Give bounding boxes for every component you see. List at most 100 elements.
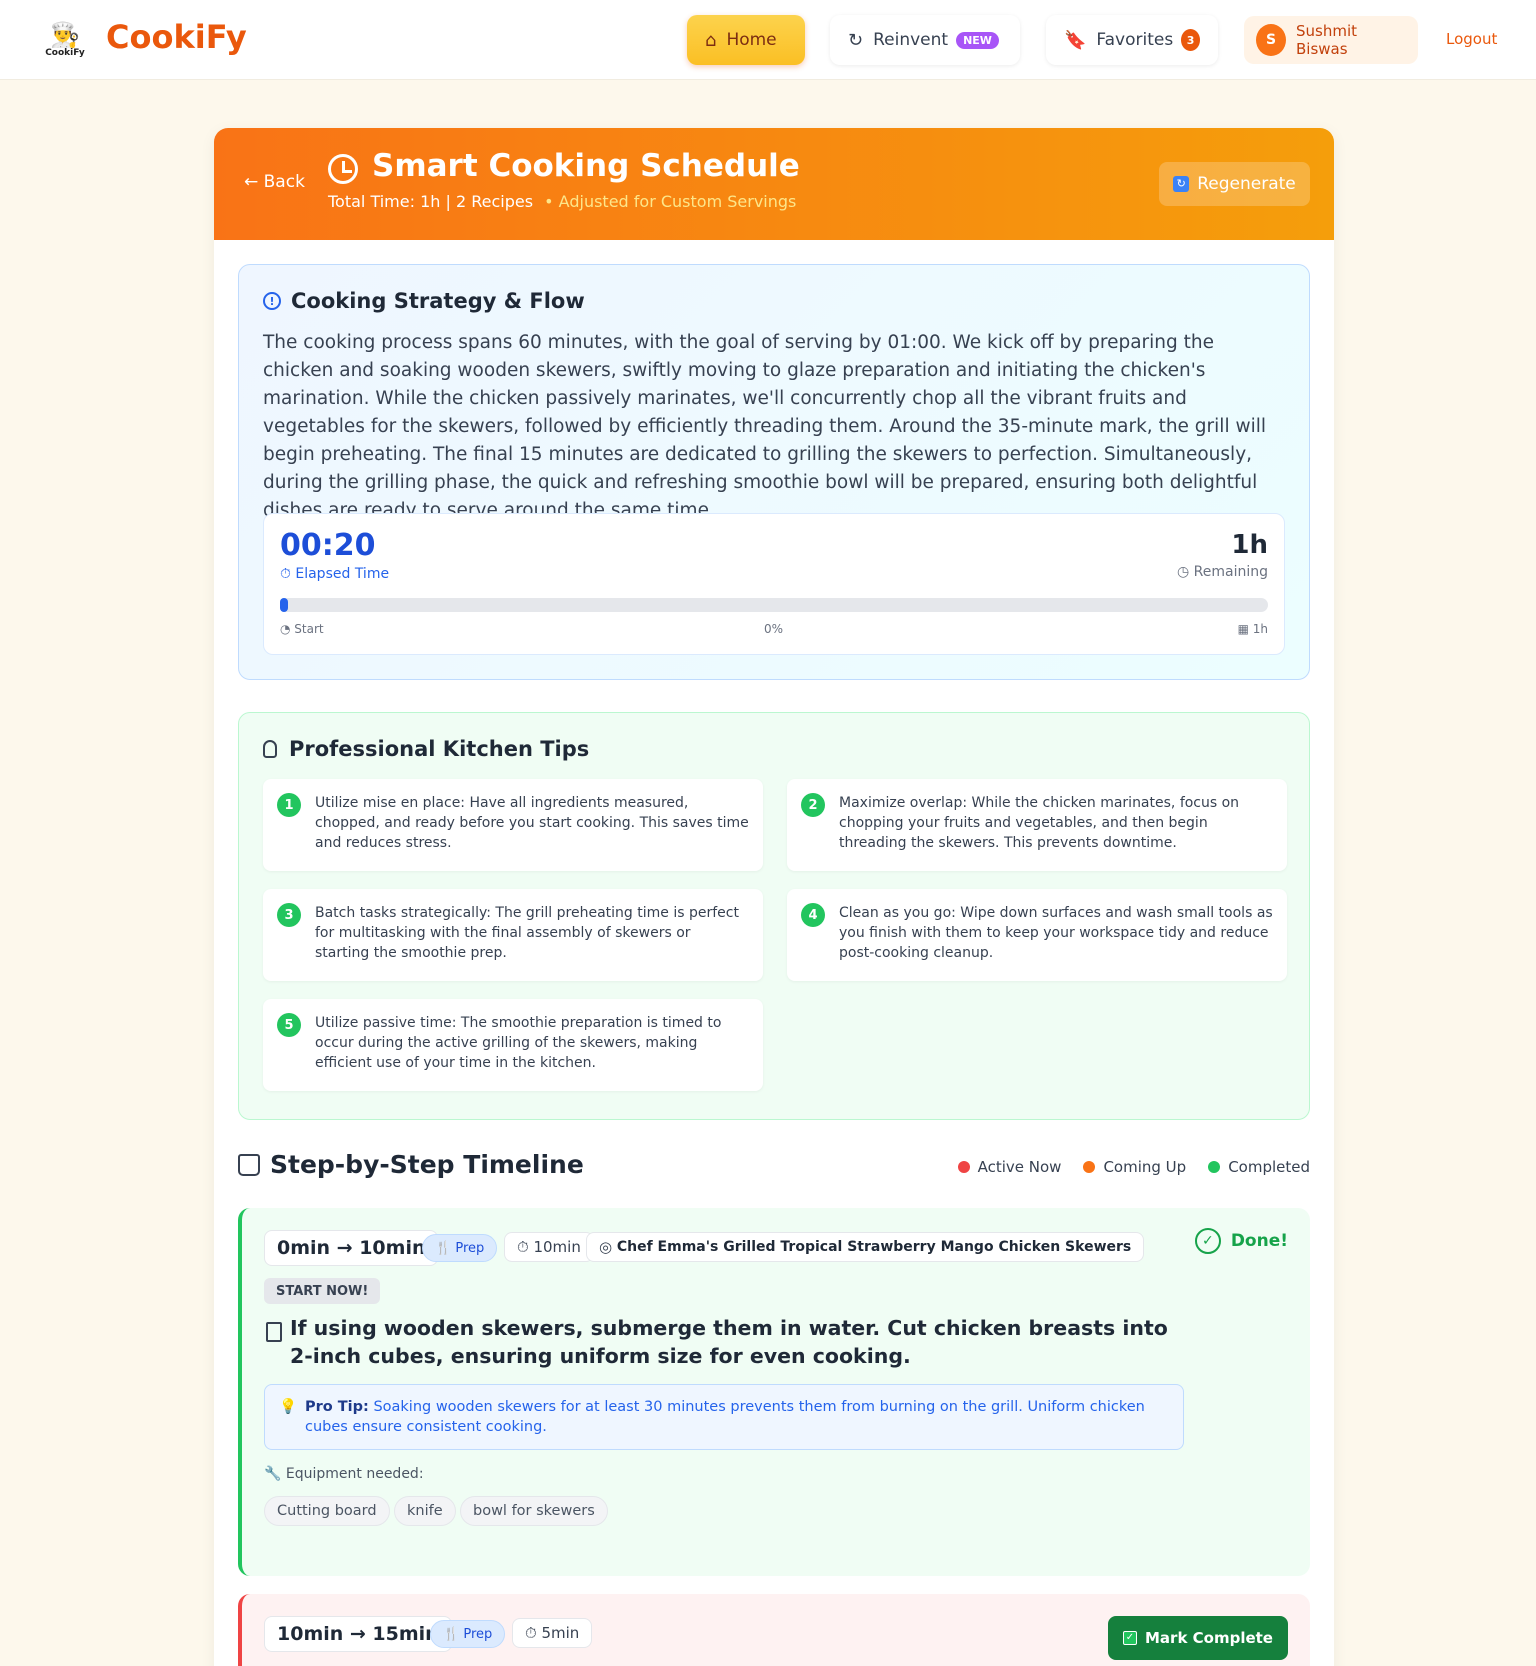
step-recipe: ◎ Chef Emma's Grilled Tropical Strawberr…: [586, 1232, 1145, 1262]
step-instruction: If using wooden skewers, submerge them i…: [290, 1316, 1168, 1368]
lightbulb-icon: 💡: [279, 1399, 298, 1415]
strategy-panel: ! Cooking Strategy & Flow The cooking pr…: [238, 264, 1310, 680]
green-dot-icon: [1208, 1161, 1221, 1173]
step-duration: ⏱ 10min: [504, 1232, 594, 1262]
nav-favorites-button[interactable]: 🔖 Favorites 3: [1046, 15, 1218, 65]
logout-link[interactable]: Logout: [1446, 30, 1497, 48]
remaining-label: ◷ Remaining: [1176, 564, 1268, 580]
refresh-icon: ↻: [1173, 176, 1190, 192]
timer-panel: 00:20 ⏱ Elapsed Time 1h ◷ Remaining ◔ St…: [263, 513, 1285, 655]
timeline-legend: Active Now Coming Up Completed: [936, 1158, 1310, 1176]
step-range-text: 0min → 10min: [277, 1237, 426, 1259]
tip-card: 1 Utilize mise en place: Have all ingred…: [263, 779, 763, 871]
total-time-text: Total Time: 1h | 2 Recipes: [328, 192, 534, 211]
timer-icon: ⏱: [517, 1238, 534, 1256]
schedule-header: ← Back Smart Cooking Schedule Total Time…: [214, 128, 1334, 240]
nav-reinvent-button[interactable]: ↻ Reinvent NEW: [830, 15, 1020, 65]
wrench-icon: 🔧: [264, 1466, 286, 1482]
mark-complete-label: Mark Complete: [1145, 1629, 1273, 1647]
red-dot-icon: [957, 1161, 970, 1173]
target-icon: ◎: [599, 1238, 617, 1256]
equipment-tag: Cutting board: [264, 1496, 390, 1526]
regenerate-label: Regenerate: [1197, 174, 1296, 194]
progress-bar: [280, 598, 1268, 612]
start-now-badge: START NOW!: [264, 1278, 381, 1304]
progress-fill: [280, 598, 288, 612]
nav-home-button[interactable]: ⌂ Home: [687, 15, 805, 65]
regenerate-button[interactable]: ↻ Regenerate: [1159, 162, 1310, 206]
schedule-card: ← Back Smart Cooking Schedule Total Time…: [214, 128, 1334, 1666]
legend-coming-up: Coming Up: [1083, 1158, 1186, 1176]
tip-text: Utilize passive time: The smoothie prepa…: [315, 1015, 722, 1071]
done-status: ✓ Done!: [1194, 1228, 1288, 1254]
checkbox-icon: ✓: [1123, 1631, 1137, 1645]
brand-name[interactable]: CookiFy: [106, 18, 247, 56]
pro-tip-label: Pro Tip:: [305, 1399, 369, 1415]
progress-end-label: 1h: [1252, 622, 1268, 636]
bookmark-icon: 🔖: [1064, 29, 1087, 51]
user-name: Sushmit Biswas: [1296, 22, 1358, 58]
legend-completed: Completed: [1208, 1158, 1310, 1176]
chef-hat-icon: 👨‍🍳: [50, 21, 80, 49]
legend-label: Coming Up: [1103, 1158, 1187, 1176]
step-duration-label: 5min: [541, 1624, 580, 1642]
tip-card: 4 Clean as you go: Wipe down surfaces an…: [787, 889, 1287, 981]
document-icon: [266, 1322, 282, 1342]
tip-number: 4: [801, 903, 825, 927]
equipment-label: 🔧 Equipment needed:: [264, 1466, 424, 1482]
step-duration: ⏱ 5min: [512, 1618, 593, 1648]
avatar: S: [1256, 24, 1286, 56]
check-circle-icon: ✓: [1194, 1228, 1221, 1254]
schedule-subtitle: Total Time: 1h | 2 Recipes • Adjusted fo…: [328, 192, 796, 211]
back-button[interactable]: ← Back: [244, 172, 305, 192]
step-range-text: 10min → 15min: [277, 1623, 439, 1645]
tip-card: 2 Maximize overlap: While the chicken ma…: [787, 779, 1287, 871]
tip-number: 1: [277, 793, 301, 817]
utensils-icon: 🍴: [443, 1626, 464, 1642]
orange-dot-icon: [1083, 1161, 1096, 1173]
progress-end: ▦ 1h: [1237, 622, 1268, 636]
pro-tip-text: Soaking wooden skewers for at least 30 m…: [305, 1399, 1145, 1435]
tip-number: 3: [277, 903, 301, 927]
adjusted-note: • Adjusted for Custom Servings: [544, 192, 797, 211]
elapsed-time: 00:20: [280, 528, 376, 563]
lightbulb-icon: [263, 740, 277, 758]
logo-text: CookiFy: [45, 48, 85, 58]
equipment-tag: knife: [394, 1496, 456, 1526]
pro-tip-box: 💡 Pro Tip: Soaking wooden skewers for at…: [264, 1384, 1184, 1450]
timer-icon: ⏱: [525, 1624, 542, 1642]
remaining-time: 1h: [1231, 530, 1268, 560]
tips-title: Professional Kitchen Tips: [263, 737, 589, 761]
step-duration-label: 10min: [533, 1238, 581, 1256]
user-menu[interactable]: S Sushmit Biswas: [1244, 16, 1418, 64]
home-icon: ⌂: [705, 29, 717, 51]
refresh-icon: ↻: [848, 29, 864, 51]
logo[interactable]: 👨‍🍳 CookiFy: [36, 12, 94, 68]
strategy-text: The cooking process spans 60 minutes, wi…: [263, 332, 1267, 521]
nav-favorites-label: Favorites: [1096, 30, 1174, 50]
clock-icon: [328, 154, 358, 184]
mark-complete-button[interactable]: ✓ Mark Complete: [1108, 1616, 1288, 1660]
step-type-label: Prep: [455, 1240, 485, 1256]
tip-number: 5: [277, 1013, 301, 1037]
done-label: Done!: [1230, 1231, 1288, 1251]
info-icon: !: [263, 292, 281, 310]
nav-home-label: Home: [726, 30, 777, 50]
step-type-badge: 🍴 Prep: [422, 1234, 498, 1262]
step-type-badge: 🍴 Prep: [430, 1620, 506, 1648]
utensils-icon: 🍴: [435, 1240, 456, 1256]
legend-label: Active Now: [977, 1158, 1062, 1176]
timeline-title: Step-by-Step Timeline: [238, 1150, 584, 1179]
strategy-title: ! Cooking Strategy & Flow: [263, 289, 585, 313]
progress-percent: 0%: [764, 622, 784, 636]
equipment-tag: bowl for skewers: [460, 1496, 608, 1526]
page-title: Smart Cooking Schedule: [372, 148, 800, 184]
progress-start: ◔ Start: [280, 622, 324, 636]
tip-card: 5 Utilize passive time: The smoothie pre…: [263, 999, 763, 1091]
tip-text: Clean as you go: Wipe down surfaces and …: [839, 905, 1273, 961]
favorites-count-badge: 3: [1181, 29, 1200, 51]
legend-active: Active Now: [957, 1158, 1062, 1176]
strategy-title-text: Cooking Strategy & Flow: [291, 289, 585, 313]
progress-start-label: Start: [294, 622, 324, 636]
tip-text: Maximize overlap: While the chicken mari…: [839, 795, 1240, 851]
